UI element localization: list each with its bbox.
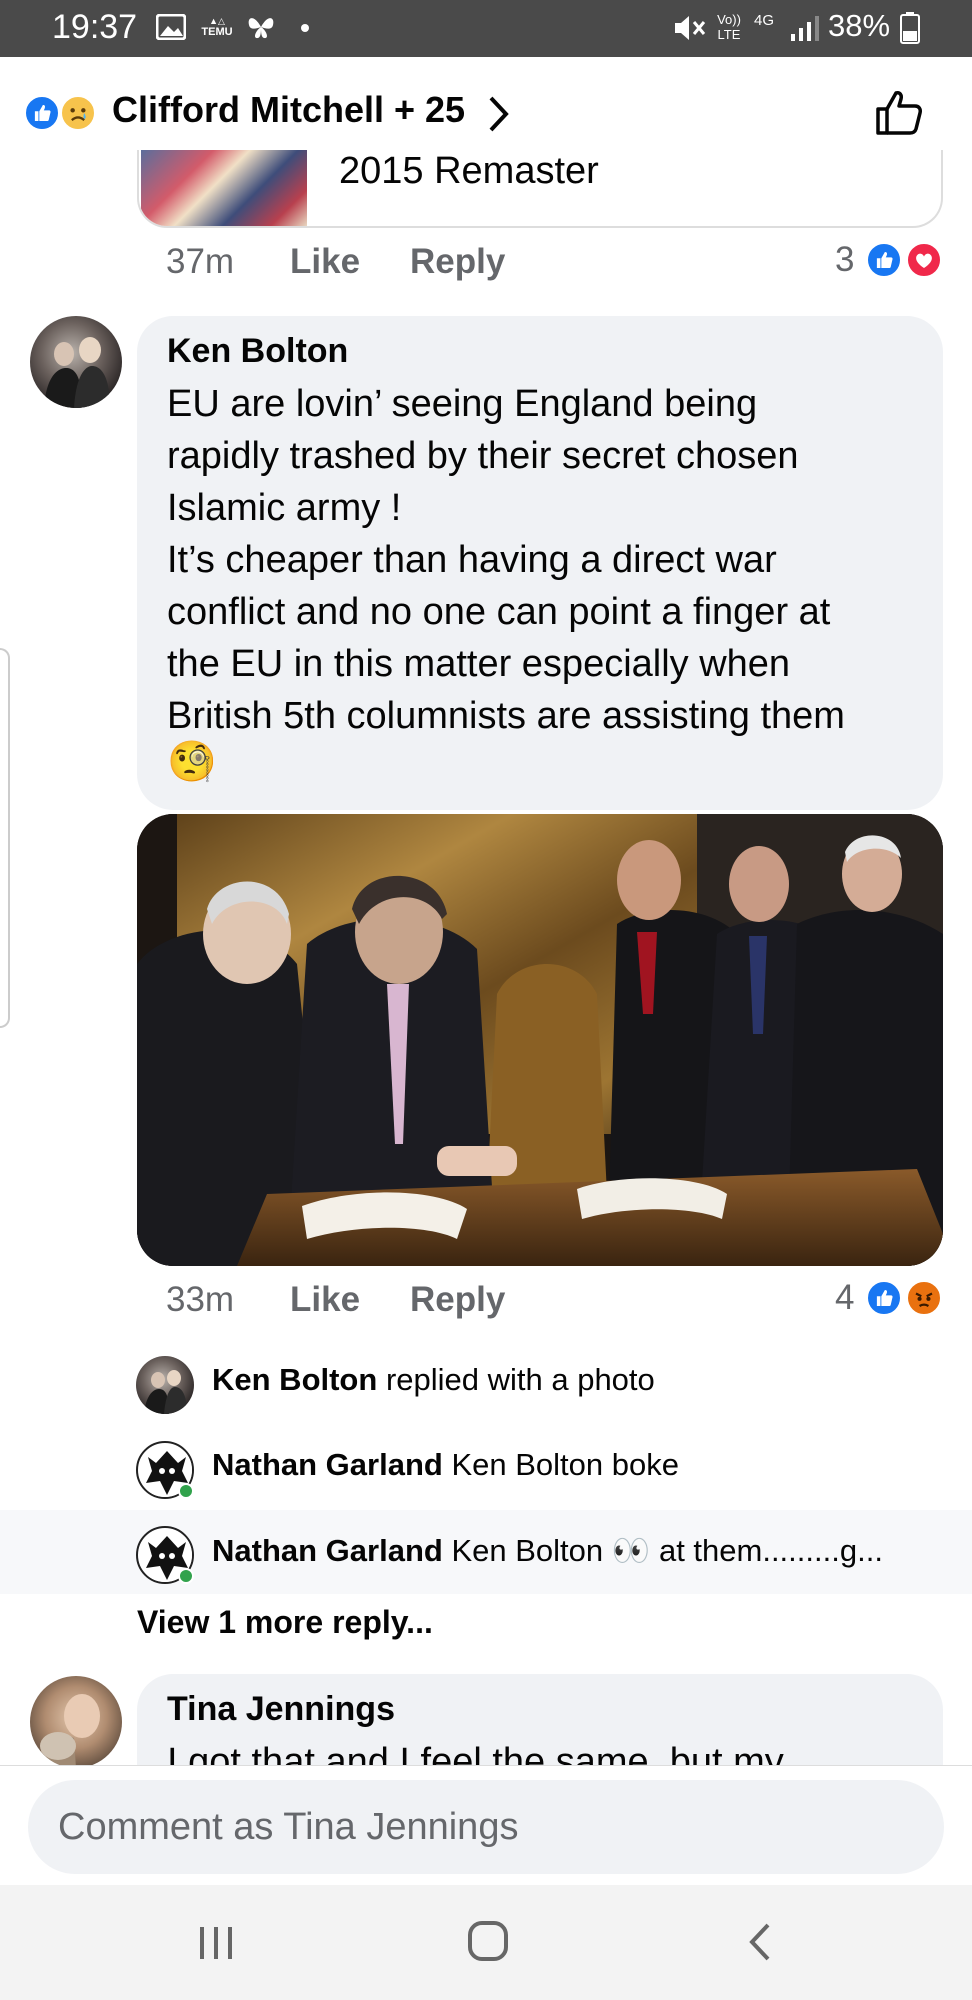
android-nav-bar [0,1885,972,2000]
avatar[interactable] [136,1356,194,1414]
angry-icon [906,1280,942,1316]
comment-input[interactable]: Comment as Tina Jennings [28,1780,944,1874]
thumbs-up-icon[interactable] [874,87,924,142]
home-icon[interactable] [466,1919,510,1968]
like-button[interactable]: Like [290,1280,360,1320]
next-comment-clip: Tina Jennings I got that and I feel the … [0,1670,972,1765]
chevron-right-icon[interactable] [486,95,510,138]
reply-author[interactable]: Ken Bolton [212,1362,377,1397]
comment-author[interactable]: Tina Jennings [167,1690,395,1729]
reply-text: Ken Bolton replied with a photo [212,1362,655,1398]
avatar[interactable] [30,1676,122,1765]
back-icon[interactable] [744,1921,774,1968]
image-icon [155,13,187,43]
reply-author[interactable]: Nathan Garland [212,1447,443,1482]
battery-icon [900,12,920,47]
view-more-replies[interactable]: View 1 more reply... [137,1604,433,1641]
temu-label: TEMU [201,26,233,38]
signal-icon [790,14,820,45]
comment-placeholder: Comment as Tina Jennings [58,1806,519,1848]
like-icon [866,1280,902,1316]
comment-composer: Comment as Tina Jennings [0,1765,972,1885]
comment-time: 33m [166,1280,235,1319]
temu-icon: ▲△ TEMU [201,16,233,38]
reply-button[interactable]: Reply [410,1280,505,1320]
comment-photo[interactable] [137,814,943,1266]
prev-like-button[interactable]: Like [290,242,360,282]
volte-label: Vo)) LTE [717,12,741,42]
edge-panel-handle[interactable] [0,648,10,1028]
love-icon [906,242,942,278]
reply-text: Nathan Garland Ken Bolton boke [212,1447,679,1483]
sad-icon [60,95,96,131]
prev-comment-time: 37m [166,242,235,281]
status-bar: 19:37 ▲△ TEMU Vo)) LTE 4G 38% [0,0,972,57]
online-indicator [178,1568,194,1584]
network-type: 4G [754,12,775,29]
mute-icon [672,12,706,47]
comment-text: EU are lovin’ seeing England being rapid… [167,383,845,737]
like-icon [866,242,902,278]
status-time: 19:37 [52,8,138,46]
reply-body: Ken Bolton 👀 at them.........g... [451,1533,883,1568]
dot-icon [300,16,310,39]
link-preview-card[interactable]: 2015 Remaster [137,150,943,228]
butterfly-icon [246,12,276,45]
reply-row[interactable]: Nathan Garland Ken Bolton 👀 at them.....… [0,1510,972,1594]
volte-icon: Vo)) LTE [712,12,746,42]
reply-body: replied with a photo [385,1362,655,1397]
reply-author[interactable]: Nathan Garland [212,1533,443,1568]
link-title: 2015 Remaster [339,150,599,192]
monocle-emoji: 🧐 [167,740,217,784]
recent-apps-icon[interactable] [196,1923,236,1968]
prev-reaction-count[interactable]: 3 [835,240,854,280]
link-thumbnail [141,150,307,226]
battery-percent: 38% [828,8,891,43]
like-icon [24,95,60,131]
reactors-label[interactable]: Clifford Mitchell + 25 [112,89,465,131]
reply-text: Nathan Garland Ken Bolton 👀 at them.....… [212,1532,883,1569]
reply-row[interactable]: Nathan Garland Ken Bolton boke [0,1425,972,1509]
prev-reply-button[interactable]: Reply [410,242,505,282]
online-indicator [178,1483,194,1499]
reply-body: Ken Bolton boke [451,1447,679,1482]
comment-bubble[interactable]: Ken Bolton EU are lovin’ seeing England … [137,316,943,810]
comment-author[interactable]: Ken Bolton [167,332,348,371]
reply-row[interactable]: Ken Bolton replied with a photo [0,1340,972,1424]
comment-text: I got that and I feel the same, but my [167,1741,784,1765]
reaction-count[interactable]: 4 [835,1278,854,1318]
comment-bubble[interactable]: Tina Jennings I got that and I feel the … [137,1674,943,1765]
avatar[interactable] [30,316,122,408]
